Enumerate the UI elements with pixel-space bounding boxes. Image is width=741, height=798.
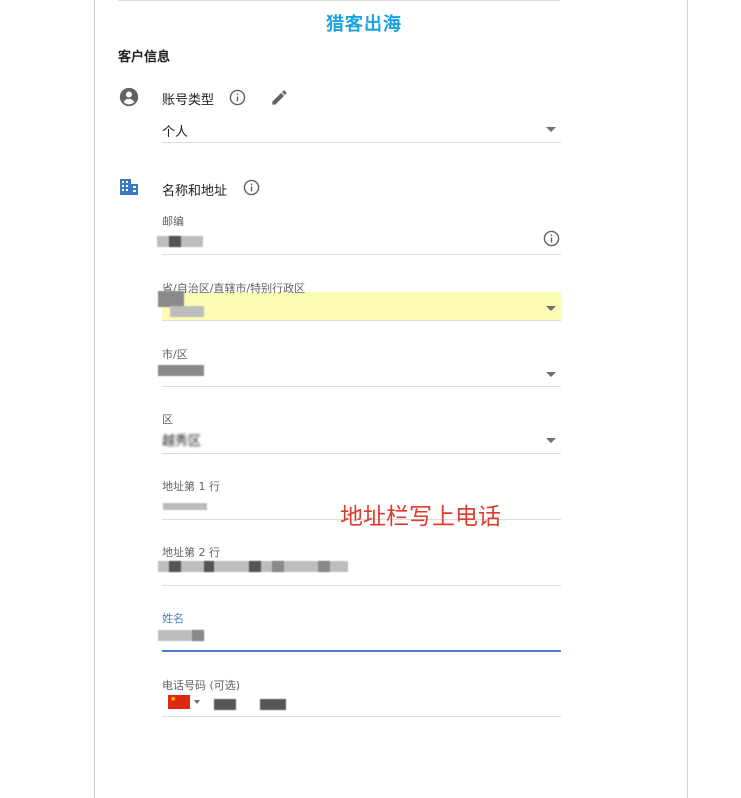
dropdown-caret-icon [546, 372, 556, 377]
dropdown-caret-icon [546, 127, 556, 132]
account-type-underline [162, 142, 561, 143]
postal-label: 邮编 [162, 215, 184, 228]
redacted-address2-a [169, 561, 181, 572]
building-icon [120, 179, 138, 195]
info-icon[interactable] [243, 179, 260, 196]
china-flag-icon[interactable]: ★ [168, 695, 190, 709]
watermark-text: 猎客出海 [326, 14, 402, 35]
dropdown-caret-icon [546, 438, 556, 443]
account-circle-icon [119, 87, 139, 107]
country-dropdown-caret-icon[interactable] [194, 700, 200, 704]
redacted-address2-b [204, 561, 214, 572]
city-select[interactable] [162, 386, 561, 387]
district-select[interactable]: 越秀区 [162, 430, 201, 449]
redacted-province-2 [170, 306, 204, 317]
address1-label: 地址第 1 行 [162, 480, 220, 493]
name-input[interactable] [162, 650, 561, 652]
redacted-name-2 [192, 630, 204, 641]
top-divider [118, 0, 560, 1]
redacted-province [158, 291, 184, 307]
city-label: 市/区 [162, 348, 188, 361]
account-type-label: 账号类型 [162, 93, 215, 108]
redacted-address2-e [318, 561, 330, 572]
info-icon[interactable] [229, 89, 246, 106]
district-underline [162, 453, 561, 454]
redacted-phone-a [214, 699, 236, 710]
redacted-postal-dark [169, 236, 181, 247]
district-label: 区 [162, 413, 173, 426]
phone-input[interactable] [162, 716, 561, 717]
phone-label: 电话号码 (可选) [162, 679, 241, 692]
redacted-phone-b [260, 699, 286, 710]
address2-input[interactable] [162, 585, 561, 586]
postal-input[interactable] [162, 254, 561, 255]
redacted-address1 [163, 503, 207, 510]
annotation-text: 地址栏写上电话 [340, 504, 501, 530]
name-address-label: 名称和地址 [162, 184, 228, 199]
address2-label: 地址第 2 行 [162, 546, 220, 559]
redacted-address2-d [272, 561, 284, 572]
info-icon[interactable] [543, 230, 560, 247]
province-highlight [162, 292, 561, 320]
edit-pencil-icon[interactable] [270, 88, 289, 107]
name-label: 姓名 [162, 612, 184, 625]
redacted-city [158, 365, 204, 376]
account-type-select[interactable]: 个人 [162, 121, 188, 140]
section-title: 客户信息 [118, 50, 171, 65]
dropdown-caret-icon [546, 306, 556, 311]
province-select[interactable] [162, 320, 561, 321]
redacted-address2-c [249, 561, 261, 572]
